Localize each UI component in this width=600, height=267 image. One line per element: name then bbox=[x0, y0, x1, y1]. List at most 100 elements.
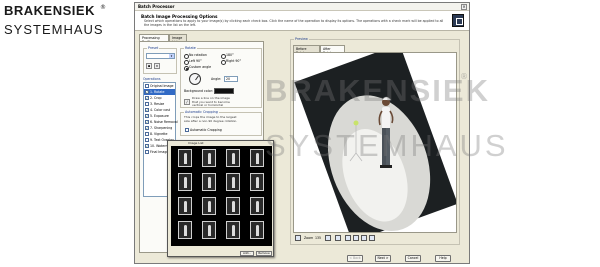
thumbnail-photo bbox=[232, 153, 235, 164]
image-thumbnail[interactable] bbox=[226, 221, 240, 239]
radio-right-90[interactable]: Right 90° bbox=[221, 59, 241, 65]
cancel-button[interactable]: Cancel bbox=[405, 255, 421, 262]
radio-no-rotation[interactable]: No rotation bbox=[184, 53, 207, 59]
save-preset-button[interactable]: ▪ bbox=[146, 63, 152, 69]
thumbnail-photo bbox=[232, 177, 235, 188]
remove-image-button[interactable]: Remove bbox=[256, 251, 272, 256]
preset-group: Preset ▾ ▪ × bbox=[143, 46, 177, 74]
image-thumbnail[interactable] bbox=[226, 173, 240, 191]
next-button[interactable]: Next > bbox=[375, 255, 391, 262]
thumbnail-photo bbox=[208, 201, 211, 212]
watermark-line1: BRAKENSIEK bbox=[265, 73, 490, 108]
rotate-group: Rotate No rotation Left 90° Custom angle… bbox=[180, 46, 262, 108]
title-bar: Batch Processor × bbox=[135, 3, 469, 11]
image-thumbnail[interactable] bbox=[202, 197, 216, 215]
thumbnail-photo bbox=[256, 201, 259, 212]
straighten-tool-button[interactable]: / bbox=[184, 99, 190, 105]
operation-label: 6. Noise Removal bbox=[150, 120, 178, 124]
operation-label: 2. Crop bbox=[150, 96, 162, 100]
thumbnail-photo bbox=[184, 225, 187, 236]
brand-name: BRAKENSIEK bbox=[4, 3, 95, 18]
auto-crop-checkbox-label: Automatic Cropping bbox=[190, 128, 222, 132]
image-thumbnail[interactable] bbox=[250, 197, 264, 215]
radio-left-90[interactable]: Left 90° bbox=[184, 59, 202, 65]
auto-crop-group: Automatic Cropping This crops the image … bbox=[180, 110, 262, 136]
thumbnail-photo bbox=[184, 177, 187, 188]
checkbox-icon[interactable] bbox=[145, 84, 149, 88]
image-thumbnail[interactable] bbox=[202, 149, 216, 167]
fit-to-window-icon[interactable] bbox=[345, 235, 351, 241]
auto-crop-label: Automatic Cropping bbox=[184, 110, 219, 114]
delete-preset-button[interactable]: × bbox=[154, 63, 160, 69]
straighten-icon: / bbox=[186, 100, 188, 104]
operations-label: Operations bbox=[143, 77, 161, 81]
thumbnail-photo bbox=[256, 177, 259, 188]
checkbox-icon[interactable] bbox=[145, 132, 149, 136]
operation-label: 5. Exposure bbox=[150, 114, 169, 118]
thumbnail-photo bbox=[208, 153, 211, 164]
batch-processor-icon bbox=[452, 14, 464, 27]
rotate-label: Rotate bbox=[184, 46, 197, 50]
hand-tool-icon[interactable] bbox=[369, 235, 375, 241]
image-thumbnail[interactable] bbox=[250, 221, 264, 239]
thumbnail-photo bbox=[208, 225, 211, 236]
brand-logo: BRAKENSIEK ® SYSTEMHAUS bbox=[4, 4, 132, 38]
close-button[interactable]: × bbox=[461, 4, 467, 10]
image-thumbnail[interactable] bbox=[202, 173, 216, 191]
watermark-registered: ® bbox=[460, 72, 468, 81]
preset-select[interactable]: ▾ bbox=[146, 53, 175, 59]
thumbnail-photo bbox=[232, 201, 235, 212]
background-color-swatch[interactable] bbox=[214, 88, 234, 94]
angle-input[interactable]: 20 bbox=[224, 76, 238, 82]
zoom-out-icon[interactable] bbox=[335, 235, 341, 241]
operation-label: Final Image bbox=[150, 150, 169, 154]
straighten-hint: Draw a line on the image that you want t… bbox=[192, 96, 230, 108]
checkbox-icon[interactable] bbox=[145, 138, 149, 142]
checkbox-icon[interactable] bbox=[145, 102, 149, 106]
preview-label: Preview bbox=[294, 37, 309, 41]
checkbox-icon[interactable] bbox=[145, 150, 149, 154]
image-thumbnail[interactable] bbox=[250, 149, 264, 167]
image-thumbnail[interactable] bbox=[178, 221, 192, 239]
tab-image-list[interactable]: Image List bbox=[169, 34, 187, 44]
image-thumbnail[interactable] bbox=[202, 221, 216, 239]
checkbox-icon[interactable]: ✓ bbox=[145, 108, 149, 112]
thumbnail-photo bbox=[184, 201, 187, 212]
angle-dial[interactable] bbox=[189, 73, 201, 85]
help-button[interactable]: Help bbox=[435, 255, 451, 262]
image-thumbnail[interactable] bbox=[178, 149, 192, 167]
window-title: Batch Processor bbox=[138, 4, 175, 9]
header-description: Select which operations to apply to your… bbox=[144, 19, 444, 27]
tab-before-rotate[interactable]: Before Rotate bbox=[293, 45, 320, 55]
zoom-in-icon[interactable] bbox=[325, 235, 331, 241]
chevron-down-icon: ▾ bbox=[169, 54, 174, 58]
back-button[interactable]: < Back bbox=[347, 255, 363, 262]
save-icon: ▪ bbox=[147, 64, 151, 68]
checkbox-icon[interactable]: ✓ bbox=[145, 90, 149, 94]
checkbox-icon[interactable]: ✓ bbox=[145, 144, 149, 148]
auto-crop-text: This crops the image to the largest size… bbox=[184, 115, 238, 123]
actual-size-icon[interactable] bbox=[353, 235, 359, 241]
radio-custom-angle[interactable]: Custom angle bbox=[184, 65, 211, 71]
zoom-icon[interactable] bbox=[295, 235, 301, 241]
angle-label: Angle: bbox=[211, 77, 222, 81]
image-thumbnail[interactable] bbox=[178, 197, 192, 215]
add-image-button[interactable]: Add... bbox=[240, 251, 254, 256]
preset-label: Preset bbox=[147, 46, 160, 50]
image-thumbnail[interactable] bbox=[250, 173, 264, 191]
image-thumbnail[interactable] bbox=[178, 173, 192, 191]
image-thumbnail[interactable] bbox=[226, 149, 240, 167]
checkbox-icon[interactable]: ✓ bbox=[145, 120, 149, 124]
operation-label: 1. Rotate bbox=[150, 90, 165, 94]
checkbox-icon[interactable]: ✓ bbox=[145, 96, 149, 100]
radio-180[interactable]: 180° bbox=[221, 53, 234, 59]
image-thumbnail[interactable] bbox=[226, 197, 240, 215]
auto-crop-checkbox[interactable]: Automatic Cropping bbox=[184, 127, 222, 133]
compare-icon[interactable] bbox=[361, 235, 367, 241]
thumbnail-photo bbox=[256, 153, 259, 164]
checkbox-icon bbox=[185, 128, 189, 132]
thumbnail-photo bbox=[256, 225, 259, 236]
checkbox-icon[interactable]: ✓ bbox=[145, 114, 149, 118]
checkbox-icon[interactable]: ✓ bbox=[145, 126, 149, 130]
watermark-line2: SYSTEMHAUS bbox=[265, 128, 509, 163]
